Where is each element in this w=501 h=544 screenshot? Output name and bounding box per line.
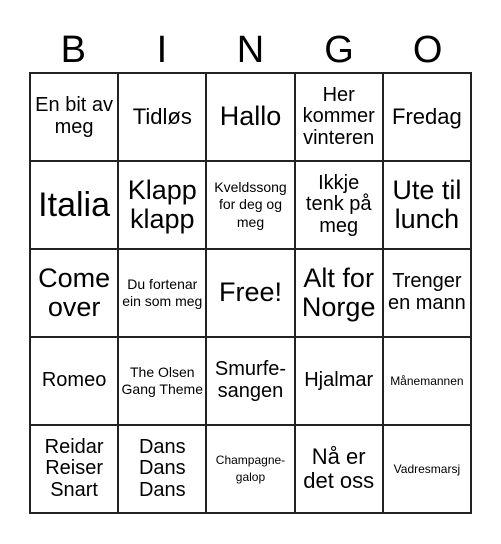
bingo-cell[interactable]: Her kommer vinteren [294, 73, 383, 161]
bingo-cell[interactable]: Ute til lunch [382, 161, 471, 249]
bingo-cell[interactable]: Reidar Reiser Snart [30, 425, 119, 513]
bingo-cell[interactable]: Månemannen [382, 337, 471, 425]
bingo-cell[interactable]: Hjalmar [294, 337, 383, 425]
header-letter-g: G [324, 29, 354, 71]
header-letter-b: B [60, 29, 86, 71]
header-letter-n: N [236, 29, 265, 71]
bingo-cell[interactable]: Come over [30, 249, 119, 337]
bingo-cell[interactable]: En bit av meg [30, 73, 119, 161]
bingo-header: B I N G O [29, 28, 472, 72]
bingo-cell[interactable]: Alt for Norge [294, 249, 383, 337]
header-letter-i: I [156, 29, 168, 71]
header-letter-o: O [412, 29, 443, 71]
bingo-cell[interactable]: Champagne-galop [206, 425, 295, 513]
bingo-cell[interactable]: Italia [30, 161, 119, 249]
bingo-cell[interactable]: Smurfe-sangen [206, 337, 295, 425]
bingo-cell[interactable]: Hallo [206, 73, 295, 161]
bingo-cell[interactable]: Romeo [30, 337, 119, 425]
bingo-cell[interactable]: Du fortenar ein som meg [118, 249, 207, 337]
bingo-cell[interactable]: Nå er det oss [294, 425, 383, 513]
bingo-cell[interactable]: Vadresmarsj [382, 425, 471, 513]
bingo-cell[interactable]: The Olsen Gang Theme [118, 337, 207, 425]
bingo-cell[interactable]: Trenger en mann [382, 249, 471, 337]
bingo-cell[interactable]: Dans Dans Dans [118, 425, 207, 513]
bingo-cell[interactable]: Tidløs [118, 73, 207, 161]
bingo-cell[interactable]: Fredag [382, 73, 471, 161]
bingo-cell[interactable]: Klapp klapp [118, 161, 207, 249]
free-space[interactable]: Free! [206, 249, 295, 337]
bingo-cell[interactable]: Ikkje tenk på meg [294, 161, 383, 249]
bingo-cell[interactable]: Kveldssong for deg og meg [206, 161, 295, 249]
bingo-grid: En bit av meg Tidløs Hallo Her kommer vi… [29, 72, 472, 514]
